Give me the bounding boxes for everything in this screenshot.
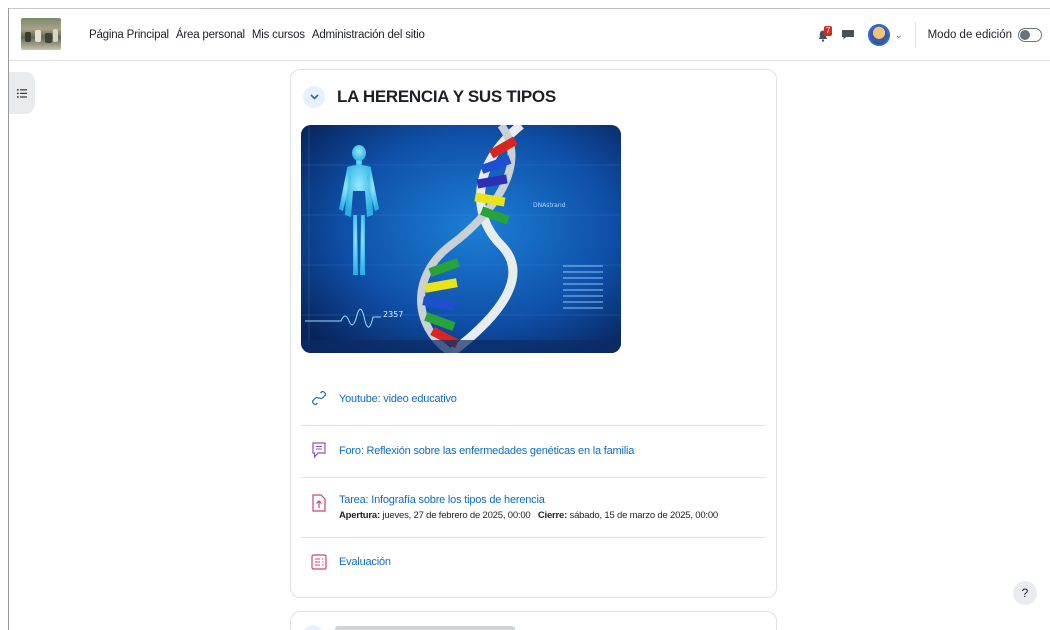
forum-icon — [307, 442, 331, 459]
activity-link-forum[interactable]: Foro: Reflexión sobre las enfermedades g… — [339, 445, 634, 457]
section-collapse-button[interactable] — [303, 625, 323, 630]
activity-url: Youtube: video educativo — [301, 390, 766, 406]
notification-count-badge: 7 — [824, 26, 833, 36]
edit-mode-label: Modo de edición — [927, 29, 1012, 41]
next-section-card — [290, 611, 777, 630]
section-title: LA HERENCIA Y SUS TIPOS — [337, 87, 556, 106]
closing-date: sábado, 15 de marzo de 2025, 00:00 — [569, 510, 719, 521]
top-navbar: Página Principal Área personal Mis curso… — [9, 9, 1050, 61]
section-header: LA HERENCIA Y SUS TIPOS — [303, 86, 556, 108]
activity-quiz: Evaluación — [301, 554, 766, 570]
closing-label: Cierre: — [537, 510, 568, 521]
dna-illustration: 2357 DNAstrand — [301, 125, 621, 353]
notifications-button[interactable]: 7 — [818, 26, 834, 44]
activity-divider — [301, 425, 766, 426]
user-avatar[interactable] — [868, 24, 891, 46]
activity-divider — [301, 537, 766, 538]
course-section-card: LA HERENCIA Y SUS TIPOS 2357 DNAstrand Y… — [290, 69, 777, 598]
section-banner-image: 2357 DNAstrand — [301, 125, 621, 353]
banner-dna-label: DNAstrand — [533, 202, 566, 209]
section-collapse-button[interactable] — [303, 86, 325, 108]
chevron-down-icon[interactable]: ⌄ — [895, 30, 903, 41]
opening-date: jueves, 27 de febrero de 2025, 00:00 — [382, 510, 531, 521]
activity-assignment: Tarea: Infografía sobre los tipos de her… — [301, 494, 766, 521]
nav-link-site-admin[interactable]: Administración del sitio — [312, 29, 425, 41]
chevron-down-icon — [309, 94, 319, 100]
navbar-divider — [914, 22, 916, 48]
banner-wave-number: 2357 — [383, 310, 403, 319]
upload-file-icon — [307, 494, 331, 512]
link-icon — [307, 390, 331, 406]
help-button[interactable]: ? — [1013, 581, 1037, 605]
activity-link-assignment[interactable]: Tarea: Infografía sobre los tipos de her… — [339, 494, 718, 506]
opening-label: Apertura: — [339, 510, 380, 521]
course-index-toggle[interactable] — [9, 72, 35, 114]
activity-link-youtube[interactable]: Youtube: video educativo — [339, 393, 457, 405]
assignment-dates: Apertura: jueves, 27 de febrero de 2025,… — [339, 510, 718, 521]
edit-mode-toggle[interactable] — [1018, 28, 1042, 42]
activity-forum: Foro: Reflexión sobre las enfermedades g… — [301, 442, 766, 459]
nav-link-home[interactable]: Página Principal — [89, 29, 169, 41]
next-section-title — [335, 626, 515, 630]
site-logo[interactable] — [21, 18, 61, 50]
activity-divider — [301, 477, 766, 478]
quiz-icon — [307, 554, 331, 570]
list-icon — [17, 88, 27, 98]
activity-link-quiz[interactable]: Evaluación — [339, 556, 391, 568]
primary-navigation: Página Principal Área personal Mis curso… — [89, 9, 432, 61]
nav-link-my-courses[interactable]: Mis cursos — [252, 29, 305, 41]
user-controls: 7 ⌄ Modo de edición — [818, 9, 1042, 61]
messages-icon[interactable] — [842, 30, 855, 40]
nav-link-dashboard[interactable]: Área personal — [176, 29, 245, 41]
